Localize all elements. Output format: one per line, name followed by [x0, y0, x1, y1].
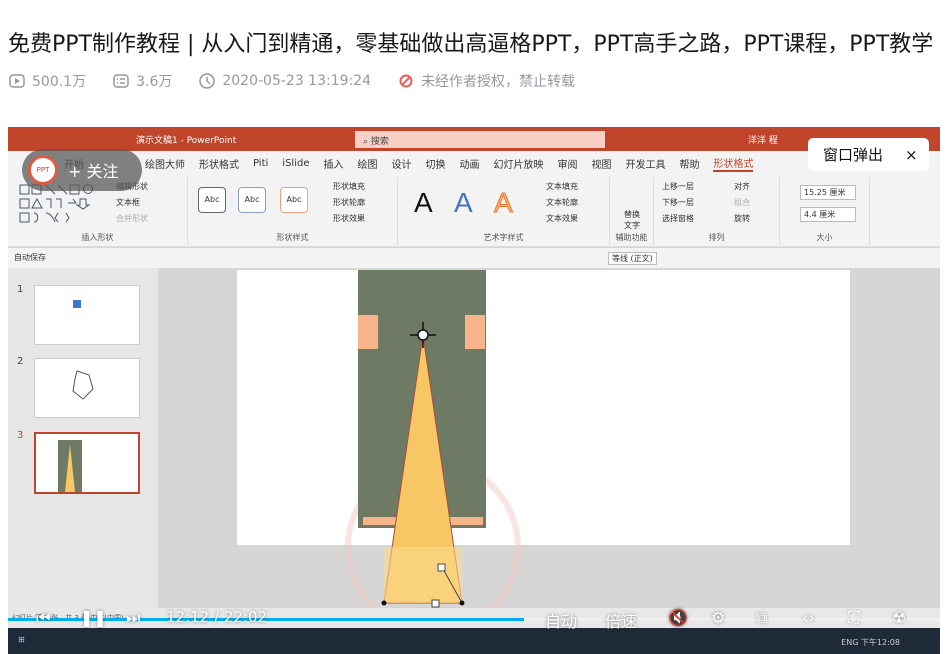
danmaku-icon — [112, 72, 130, 90]
publish-date: 2020-05-23 13:19:24 — [222, 73, 372, 89]
slide-drawing — [345, 270, 521, 635]
next-button[interactable]: ⏭ — [126, 608, 140, 628]
clock-icon — [198, 72, 216, 90]
prev-button[interactable]: ⏮ — [36, 608, 50, 628]
follow-label: + 关注 — [68, 162, 119, 181]
speed-button[interactable]: 倍速 — [605, 608, 637, 632]
video-player[interactable]: 演示文稿1 - PowerPoint ⌕ 搜索 洋洋 程 文件开始绘图大师形状格… — [8, 127, 940, 654]
play-count-icon — [8, 72, 26, 90]
fullscreen-icon[interactable]: ⛶ — [848, 608, 859, 628]
tray-clock: ENG 下午12:08 — [841, 638, 900, 647]
danmaku-count: 3.6万 — [136, 74, 173, 90]
popout-label: 窗口弹出 — [823, 146, 884, 164]
view-count: 500.1万 — [32, 74, 87, 90]
time-display: 12:12 / 22:02 — [166, 608, 268, 626]
copyright-notice: 未经作者授权，禁止转载 — [421, 74, 576, 90]
widescreen-icon[interactable]: ‹› — [802, 608, 815, 627]
pause-button[interactable]: ❚❚ — [80, 608, 107, 627]
follow-button[interactable]: PPT + 关注 — [22, 149, 142, 191]
video-meta: 500.1万 3.6万 2020-05-23 13:19:24 未经作者授权，禁… — [8, 71, 575, 91]
video-title: 免费PPT制作教程 | 从入门到精通，零基础做出高逼格PPT，PPT高手之路，P… — [8, 32, 934, 57]
uploader-avatar: PPT — [28, 155, 58, 185]
settings-icon[interactable]: ⚙ — [711, 608, 725, 627]
pip-icon[interactable]: ⧉ — [756, 608, 767, 628]
quality-button[interactable]: 自动 — [545, 608, 577, 632]
popout-window-button[interactable]: 窗口弹出 × — [808, 138, 929, 171]
close-icon[interactable]: × — [905, 146, 918, 164]
mute-icon[interactable]: 🔇 — [668, 608, 688, 627]
danmaku-toggle-icon[interactable]: ☢ — [892, 608, 906, 627]
windows-start-icon: ⊞ — [18, 635, 25, 644]
forbidden-icon — [397, 72, 415, 90]
player-controls: ⏮ ❚❚ ⏭ 12:12 / 22:02 自动 倍速 🔇 ⚙ ⧉ ‹› ⛶ ☢ — [8, 604, 940, 632]
